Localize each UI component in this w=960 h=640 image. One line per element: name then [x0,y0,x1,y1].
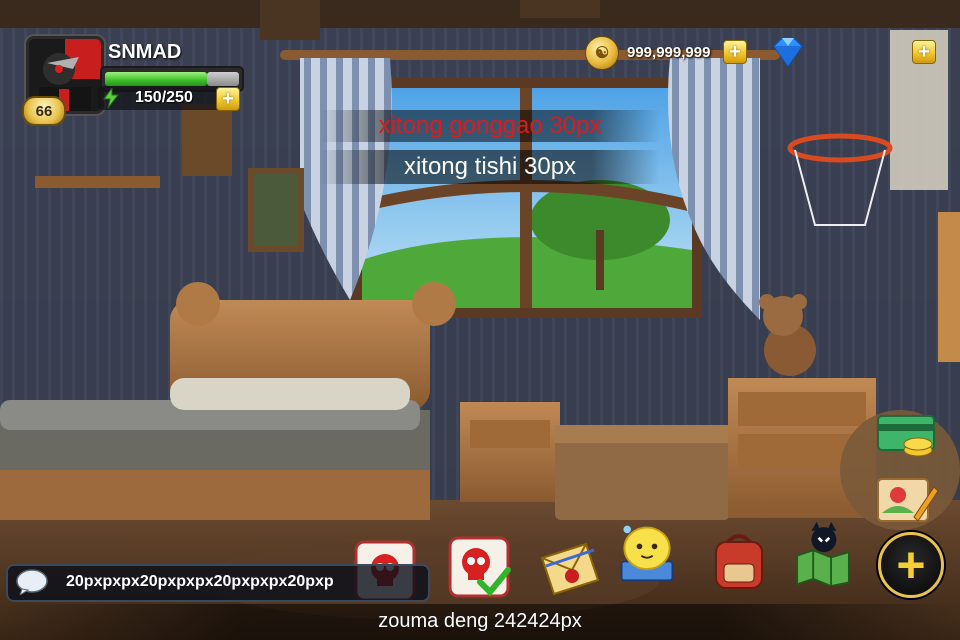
add-gold-button[interactable]: + [723,40,747,64]
hp-bar-fill [105,72,207,86]
mail-icon[interactable] [536,536,602,602]
system-announcement: xitong gonggao 30px [320,110,660,142]
energy-row: 150/250 + [98,86,240,111]
add-energy-button[interactable]: + [216,87,240,111]
gold-coin-icon: ☯ [585,36,619,70]
chat-bar[interactable]: 20pxpxpx20pxpxpx20pxpxpx20pxp [6,564,430,602]
skull-check-icon[interactable] [446,534,512,600]
marquee-notice: zouma deng 242424px [0,604,960,640]
diamond-icon[interactable] [770,36,806,68]
draw-card-icon[interactable] [874,468,940,534]
energy-value: 150/250 [135,89,193,106]
gold-amount: 999,999,999 [627,44,711,61]
expand-menu-button[interactable]: + [878,532,944,598]
lightning-icon [103,88,120,108]
recharge-card-icon[interactable] [874,402,940,468]
player-level-badge: 66 [22,96,66,126]
chat-bubble-icon [16,569,48,595]
backpack-icon[interactable] [706,528,772,594]
player-name: SNMAD [108,41,182,63]
map-icon[interactable] [790,520,856,586]
chat-message: 20pxpxpx20pxpxpx20pxpxpx20pxp [66,573,334,590]
add-diamond-button[interactable]: + [912,40,936,64]
system-tip: xitong tishi 30px [320,150,660,184]
pet-book-icon[interactable] [614,520,680,586]
hp-bar-empty [207,72,239,86]
